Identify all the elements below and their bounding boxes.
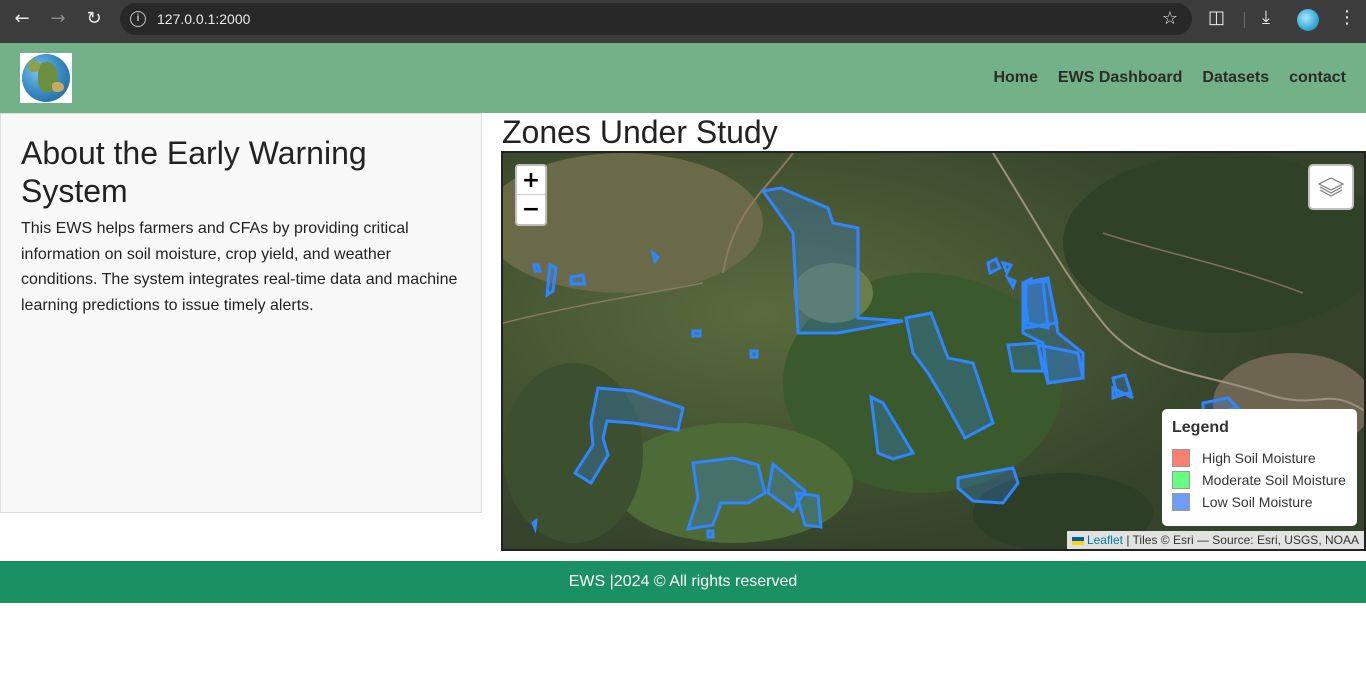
leaflet-link[interactable]: Leaflet — [1087, 533, 1123, 547]
legend-title: Legend — [1172, 419, 1229, 436]
zoom-control: + − — [515, 164, 547, 226]
nav-home[interactable]: Home — [993, 69, 1037, 87]
about-body: This EWS helps farmers and CFAs by provi… — [21, 220, 458, 314]
legend-swatch-low — [1172, 493, 1190, 511]
back-button[interactable]: ← — [9, 8, 35, 30]
map-title: Zones Under Study — [502, 114, 778, 150]
toolbar-separator — [1244, 12, 1245, 28]
zoom-in-button[interactable]: + — [517, 166, 545, 195]
ukraine-flag-icon — [1071, 536, 1084, 545]
layers-icon — [1317, 177, 1345, 197]
zoom-out-button[interactable]: − — [517, 195, 545, 224]
globe-logo[interactable] — [20, 53, 72, 103]
main-nav: Home EWS Dashboard Datasets contact — [993, 69, 1346, 87]
legend-label-high: High Soil Moisture — [1202, 450, 1316, 466]
attribution-text: | Tiles © Esri — Source: Esri, USGS, NOA… — [1126, 533, 1359, 547]
site-footer: EWS |2024 © All rights reserved — [0, 561, 1366, 603]
nav-contact[interactable]: contact — [1289, 69, 1346, 87]
browser-toolbar: ← → ↻ i 127.0.0.1:2000 ☆ ◫ ⤓ ⋮ — [0, 0, 1366, 43]
site-header: Home EWS Dashboard Datasets contact — [0, 43, 1366, 113]
site-info-icon[interactable]: i — [130, 11, 146, 27]
about-panel: About the Early Warning System This EWS … — [0, 113, 482, 513]
nav-datasets[interactable]: Datasets — [1202, 69, 1269, 87]
legend-label-low: Low Soil Moisture — [1202, 494, 1313, 510]
url-text[interactable]: 127.0.0.1:2000 — [157, 11, 250, 27]
zones-map[interactable]: + − Legend High Soil Moisture Moderate S… — [501, 151, 1366, 551]
reload-button[interactable]: ↻ — [81, 8, 107, 30]
menu-kebab-icon[interactable]: ⋮ — [1338, 7, 1356, 28]
about-title: About the Early Warning System — [21, 135, 367, 209]
globe-icon — [22, 54, 70, 102]
legend-item-low: Low Soil Moisture — [1172, 491, 1347, 513]
legend-swatch-high — [1172, 449, 1190, 467]
layers-control[interactable] — [1308, 164, 1354, 210]
nav-ews-dashboard[interactable]: EWS Dashboard — [1058, 69, 1182, 87]
legend-item-moderate: Moderate Soil Moisture — [1172, 469, 1347, 491]
map-legend: Legend High Soil Moisture Moderate Soil … — [1162, 409, 1357, 526]
forward-button[interactable]: → — [45, 8, 71, 30]
address-bar[interactable]: i 127.0.0.1:2000 ☆ — [120, 3, 1192, 35]
legend-swatch-moderate — [1172, 471, 1190, 489]
extensions-icon[interactable]: ◫ — [1208, 7, 1225, 28]
download-icon[interactable]: ⤓ — [1262, 7, 1270, 28]
profile-avatar[interactable] — [1297, 9, 1319, 31]
legend-label-moderate: Moderate Soil Moisture — [1202, 472, 1346, 488]
footer-text: EWS |2024 © All rights reserved — [568, 573, 798, 590]
map-attribution: Leaflet | Tiles © Esri — Source: Esri, U… — [1066, 531, 1364, 549]
bookmark-star-icon[interactable]: ☆ — [1162, 8, 1178, 29]
legend-item-high: High Soil Moisture — [1172, 447, 1347, 469]
